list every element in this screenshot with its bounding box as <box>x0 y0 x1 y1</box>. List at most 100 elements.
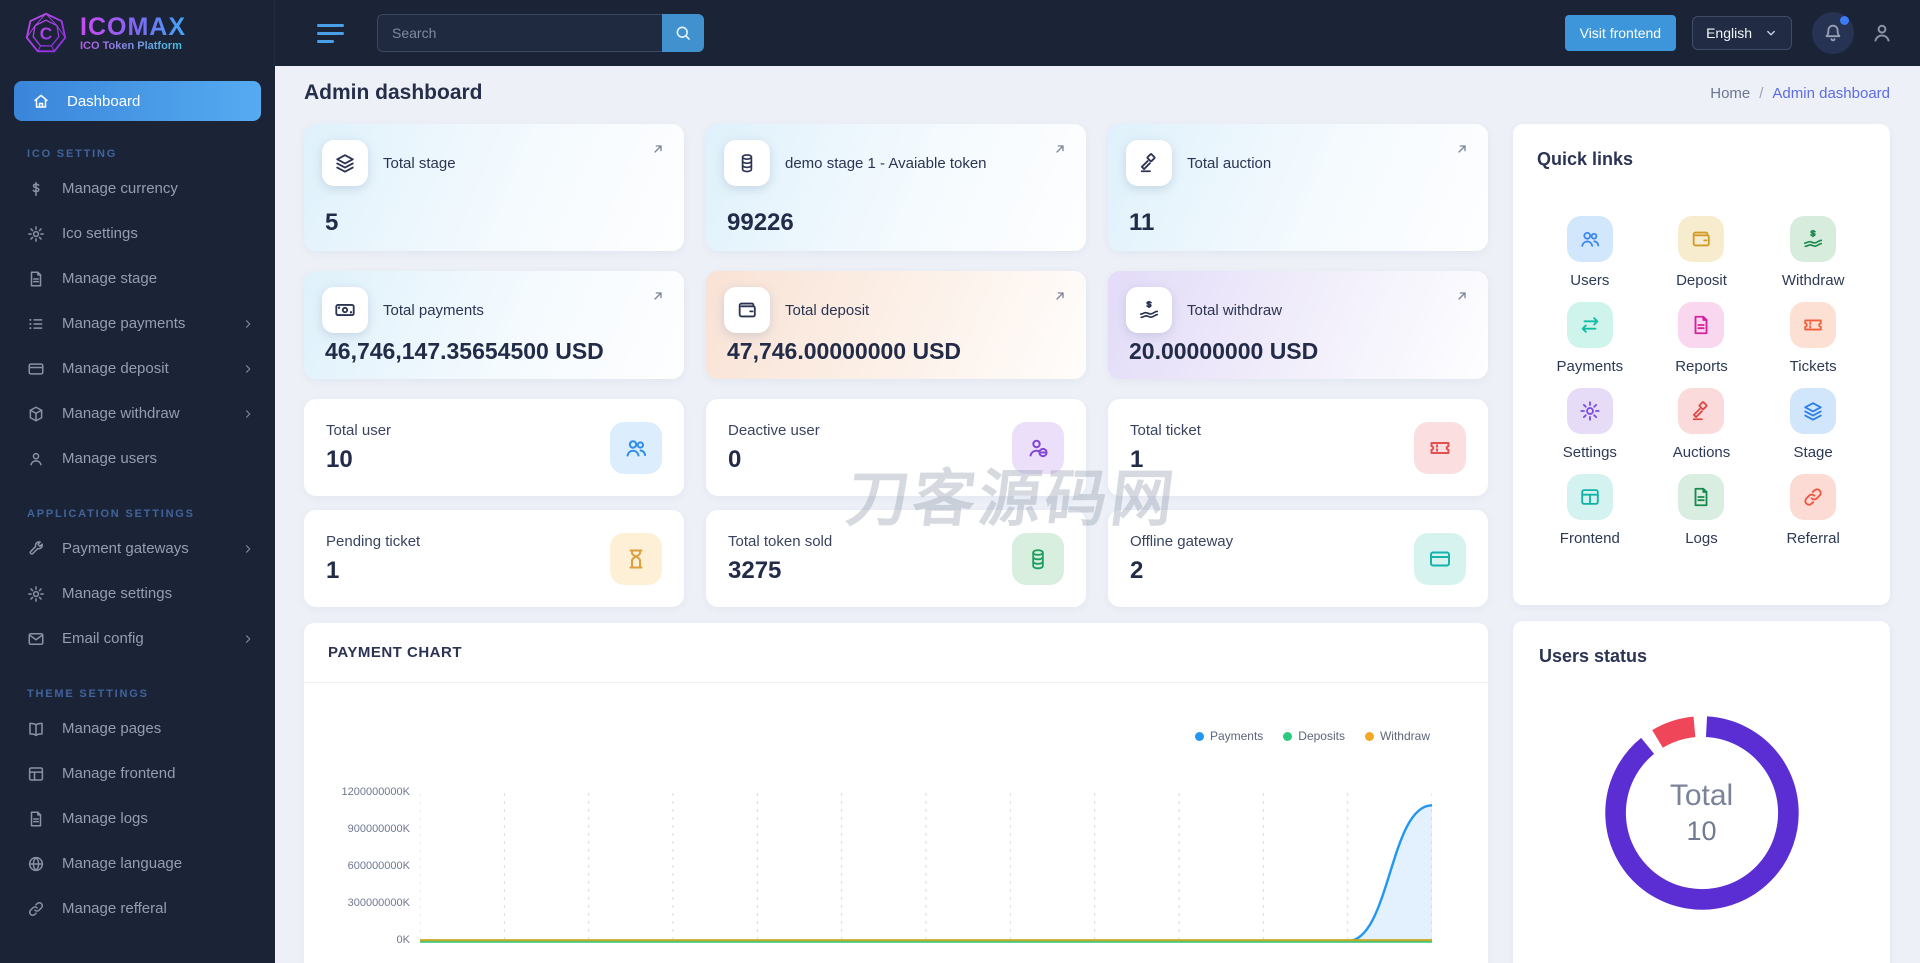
menu-toggle-button[interactable] <box>317 23 344 43</box>
stat-card-offline-gateway: Offline gateway 2 <box>1108 510 1488 607</box>
legend-item-withdraw[interactable]: Withdraw <box>1364 729 1430 743</box>
stat-card-label: Total withdraw <box>1187 301 1283 319</box>
svg-text:C: C <box>40 23 53 43</box>
quick-link-reports[interactable]: Reports <box>1675 302 1728 375</box>
sidebar-item-label: Manage refferal <box>62 900 167 917</box>
quick-link-users[interactable]: Users <box>1566 216 1613 289</box>
stat-card-pending-ticket: Pending ticket 1 <box>304 510 684 607</box>
quick-link-settings[interactable]: Settings <box>1563 388 1617 461</box>
coins-icon <box>1026 547 1050 571</box>
sidebar-section-theme-settings: THEME SETTINGS <box>27 688 149 700</box>
mail-icon <box>27 630 45 648</box>
sidebar-item-label: Ico settings <box>62 225 138 242</box>
stat-card-deactive-user: Deactive user 0 <box>706 399 1086 496</box>
list-icon <box>27 315 45 333</box>
chevron-right-icon <box>241 362 255 376</box>
sidebar-item-label: Manage pages <box>62 720 162 737</box>
sidebar-item-manage-language[interactable]: Manage language <box>0 841 275 886</box>
breadcrumb-home-link[interactable]: Home <box>1710 85 1750 102</box>
sidebar-item-email-config[interactable]: Email config <box>0 616 275 661</box>
sidebar-item-payment-gateways[interactable]: Payment gateways <box>0 526 275 571</box>
arrow-up-right-icon[interactable] <box>1052 288 1068 304</box>
sidebar-item-manage-frontend[interactable]: Manage frontend <box>0 751 275 796</box>
quick-link-tile <box>1566 302 1613 348</box>
quick-link-label: Withdraw <box>1781 272 1845 289</box>
quick-link-tickets[interactable]: Tickets <box>1790 302 1837 375</box>
stat-card-label: Total deposit <box>785 301 870 319</box>
sidebar-item-label: Manage currency <box>62 180 178 197</box>
arrow-up-right-icon[interactable] <box>1454 288 1470 304</box>
arrow-up-right-icon[interactable] <box>1052 141 1068 157</box>
arrows-left-right-icon <box>1579 314 1601 336</box>
stat-card-label: demo stage 1 - Avaiable token <box>785 154 987 172</box>
y-tick: 300000000K <box>347 897 410 909</box>
search-bar <box>377 14 704 52</box>
notifications-button[interactable] <box>1812 12 1854 54</box>
search-button[interactable] <box>662 14 704 52</box>
sidebar-item-manage-refferal[interactable]: Manage refferal <box>0 886 275 931</box>
brand-tagline: ICO Token Platform <box>80 40 186 52</box>
quick-link-tile <box>1566 388 1613 434</box>
chart-legend: Payments Deposits Withdraw <box>304 683 1488 743</box>
legend-item-payments[interactable]: Payments <box>1194 729 1264 743</box>
visit-frontend-button[interactable]: Visit frontend <box>1564 15 1677 51</box>
arrow-up-right-icon[interactable] <box>650 141 666 157</box>
credit-card-icon <box>1428 547 1452 571</box>
sidebar-item-ico-settings[interactable]: Ico settings <box>0 211 275 256</box>
quick-link-referral[interactable]: Referral <box>1786 474 1840 547</box>
quick-link-withdraw[interactable]: Withdraw <box>1781 216 1845 289</box>
quick-link-tile <box>1566 216 1613 262</box>
quick-link-logs[interactable]: Logs <box>1678 474 1725 547</box>
page-header: Admin dashboard Home / Admin dashboard <box>304 81 1890 105</box>
search-input[interactable] <box>377 14 662 52</box>
legend-label: Payments <box>1209 729 1264 743</box>
sidebar-item-label: Manage stage <box>62 270 158 287</box>
quick-link-frontend[interactable]: Frontend <box>1560 474 1620 547</box>
legend-label: Deposits <box>1298 729 1345 743</box>
sidebar-item-manage-settings[interactable]: Manage settings <box>0 571 275 616</box>
sidebar-item-manage-payments[interactable]: Manage payments <box>0 301 275 346</box>
stat-card-total-user: Total user 10 <box>304 399 684 496</box>
arrow-up-right-icon[interactable] <box>650 288 666 304</box>
legend-label: Withdraw <box>1379 729 1430 743</box>
ticket-icon <box>1802 314 1824 336</box>
dollar-icon <box>27 180 45 198</box>
legend-item-deposits[interactable]: Deposits <box>1283 729 1345 743</box>
stat-icon-box <box>610 421 662 474</box>
sidebar-item-manage-logs[interactable]: Manage logs <box>0 796 275 841</box>
profile-button[interactable] <box>1870 21 1894 45</box>
quick-link-label: Payments <box>1556 358 1624 375</box>
sidebar-item-dashboard[interactable]: Dashboard <box>14 81 261 121</box>
sidebar-item-manage-users[interactable]: Manage users <box>0 436 275 481</box>
coins-icon <box>736 152 758 174</box>
quick-link-deposit[interactable]: Deposit <box>1676 216 1727 289</box>
y-tick: 900000000K <box>347 823 410 835</box>
y-tick: 1200000000K <box>341 786 410 798</box>
stat-icon-box <box>1414 421 1466 474</box>
sidebar-item-manage-stage[interactable]: Manage stage <box>0 256 275 301</box>
language-dropdown[interactable]: English <box>1692 16 1792 50</box>
quick-link-tile <box>1790 302 1837 348</box>
brand-logo[interactable]: C ICOMAX ICO Token Platform <box>0 0 275 66</box>
gear-icon <box>27 585 45 603</box>
quick-link-payments[interactable]: Payments <box>1556 302 1623 375</box>
sidebar-item-manage-currency[interactable]: Manage currency <box>0 166 275 211</box>
layers-icon <box>334 152 356 174</box>
chevron-right-icon <box>241 542 255 556</box>
sidebar-item-manage-withdraw[interactable]: Manage withdraw <box>0 391 275 436</box>
chevron-right-icon <box>241 407 255 421</box>
main-content: Admin dashboard Home / Admin dashboard T… <box>275 66 1920 963</box>
sidebar-item-label: Manage logs <box>62 810 148 827</box>
users-icon <box>624 436 648 460</box>
quick-link-tile <box>1678 388 1725 434</box>
arrow-up-right-icon[interactable] <box>1454 141 1470 157</box>
chevron-down-icon <box>1764 26 1778 40</box>
home-icon <box>32 92 50 110</box>
gear-icon <box>1579 400 1601 422</box>
quick-link-stage[interactable]: Stage <box>1790 388 1837 461</box>
quick-link-auctions[interactable]: Auctions <box>1673 388 1730 461</box>
credit-card-icon <box>27 360 45 378</box>
y-tick: 0K <box>396 934 410 946</box>
sidebar-item-manage-deposit[interactable]: Manage deposit <box>0 346 275 391</box>
sidebar-item-manage-pages[interactable]: Manage pages <box>0 706 275 751</box>
